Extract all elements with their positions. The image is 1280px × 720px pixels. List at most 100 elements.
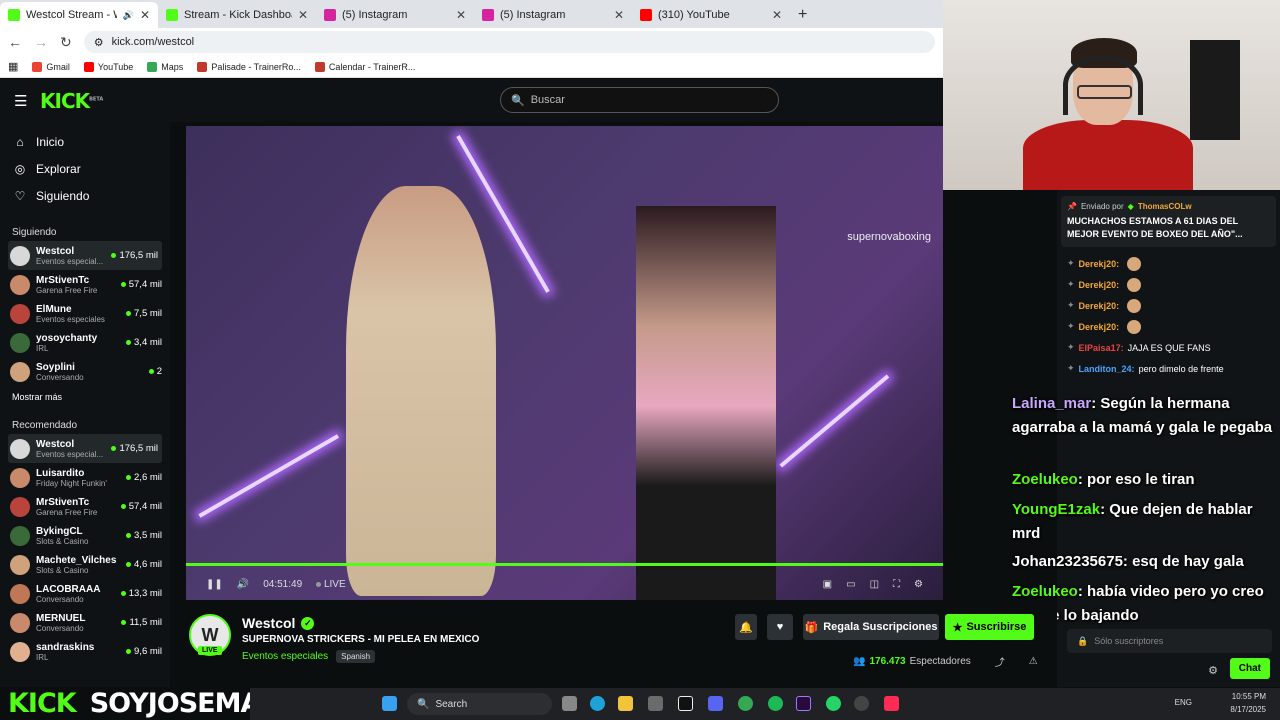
chat-message[interactable]: ✦ Derekj20:	[1057, 295, 1280, 316]
chat-username[interactable]: Derekj20:	[1079, 322, 1120, 332]
volume-icon[interactable]: 🔊	[237, 579, 249, 590]
whatsapp-icon[interactable]	[826, 696, 841, 711]
streamer-name[interactable]: Westcol	[242, 615, 295, 631]
kick-logo[interactable]: KICKBETA	[40, 89, 103, 113]
close-tab-icon[interactable]: ✕	[456, 8, 466, 22]
bookmark-gmail[interactable]: Gmail	[32, 61, 70, 72]
viewer-count: 176,5 mil	[111, 443, 158, 454]
sidebar-channel-lacobraaa[interactable]: LACOBRAAA Conversando 13,3 mil	[0, 579, 170, 608]
discord-icon[interactable]	[708, 696, 723, 711]
windows-start-icon[interactable]	[382, 696, 397, 711]
sidebar-channel-mrstiventc[interactable]: MrStivenTc Garena Free Fire 57,4 mil	[0, 270, 170, 299]
sidebar-channel-westcol[interactable]: Westcol Eventos especial... 176,5 mil	[8, 434, 162, 463]
show-more-link[interactable]: Mostrar más	[0, 386, 170, 408]
browser-tab[interactable]: Westcol Stream - Watch Li...🔊✕	[0, 2, 158, 28]
taskbar-search[interactable]: 🔍 Search	[407, 693, 552, 715]
chat-username[interactable]: Derekj20:	[1079, 301, 1120, 311]
sidebar-channel-soyplini[interactable]: Soyplini Conversando 2	[0, 357, 170, 386]
edge-icon[interactable]	[590, 696, 605, 711]
chat-send-button[interactable]: Chat	[1229, 658, 1270, 679]
language-tag[interactable]: Spanish	[336, 650, 376, 663]
url-field[interactable]: ⚙ kick.com/westcol	[83, 31, 935, 53]
chat-message[interactable]: ✦ ElPaisa17: JAJA ES QUE FANS	[1057, 337, 1280, 358]
forward-icon[interactable]: →	[34, 34, 48, 50]
video-player[interactable]: supernovaboxing ❚❚ 🔊 04:51:49 LIVE ▣ ▭ ◫…	[186, 126, 943, 600]
emote-icon	[1127, 298, 1142, 313]
chat-username[interactable]: Derekj20:	[1079, 280, 1120, 290]
pinned-message[interactable]: 📌 Enviado por ◆ ThomasCOLw MUCHACHOS ESTAMO…	[1061, 196, 1276, 247]
close-tab-icon[interactable]: ✕	[298, 8, 308, 22]
clock[interactable]: 10:55 PM 8/17/2025	[1230, 690, 1266, 716]
chat-message[interactable]: ✦ Landiton_24: pero dimelo de frente	[1057, 358, 1280, 379]
live-dot-icon	[126, 533, 132, 538]
chat-message[interactable]: ✦ Derekj20:	[1057, 274, 1280, 295]
search-input[interactable]: 🔍 Buscar	[500, 87, 779, 113]
close-tab-icon[interactable]: ✕	[772, 8, 782, 22]
fullscreen-icon[interactable]: ⛶	[893, 579, 900, 590]
back-icon[interactable]: ←	[8, 34, 22, 50]
channel-category: Friday Night Funkin'	[36, 478, 107, 488]
close-tab-icon[interactable]: ✕	[614, 8, 624, 22]
browser-tab[interactable]: Stream - Kick Dashboard✕	[158, 2, 316, 28]
sidebar-channel-yosoychanty[interactable]: yosoychanty IRL 3,4 mil	[0, 328, 170, 357]
file-explorer-icon[interactable]	[618, 696, 633, 711]
gift-subs-button[interactable]: 🎁 Regala Suscripciones	[803, 614, 939, 640]
share-icon[interactable]: ⤴	[995, 654, 1005, 669]
clip-icon[interactable]: ▣	[823, 579, 832, 590]
chat-username[interactable]: ElPaisa17:	[1079, 343, 1124, 353]
menu-icon[interactable]: ☰	[14, 92, 28, 110]
channel-category: Conversando	[36, 372, 84, 382]
sidebar-channel-mrstiventc[interactable]: MrStivenTc Garena Free Fire 57,4 mil	[0, 492, 170, 521]
chat-input[interactable]: 🔒 Sólo suscriptores	[1067, 629, 1272, 653]
bookmark-maps[interactable]: Maps	[147, 61, 183, 72]
reload-icon[interactable]: ↻	[60, 34, 72, 51]
sidebar-item-siguiendo[interactable]: ♡ Siguiendo	[0, 182, 170, 209]
apps-icon[interactable]: ▦	[8, 60, 18, 73]
chat-username[interactable]: Landiton_24:	[1079, 364, 1135, 374]
viewer-count: 176,5 mil	[111, 250, 158, 261]
browser-tab[interactable]: (5) Instagram ✕	[474, 2, 632, 28]
bookmark-palisade[interactable]: Palisade - TrainerRo...	[197, 61, 301, 72]
tiktok-live-icon[interactable]	[884, 696, 899, 711]
language-indicator[interactable]: ENG	[1175, 698, 1192, 707]
theater-icon[interactable]: ▭	[846, 579, 855, 590]
sidebar-item-explorar[interactable]: ◎ Explorar	[0, 155, 170, 182]
follow-button[interactable]: ♥	[767, 614, 793, 640]
sidebar-channel-machete-vilches[interactable]: Machete_Vilches Slots & Casino 4,6 mil	[0, 550, 170, 579]
store-icon[interactable]	[648, 696, 663, 711]
time-display: 04:51:49	[263, 578, 303, 590]
sidebar-item-inicio[interactable]: ⌂ Inicio	[0, 128, 170, 155]
task-view-icon[interactable]	[562, 696, 577, 711]
new-tab-button[interactable]: +	[790, 2, 815, 28]
report-icon[interactable]: ⚠	[1029, 656, 1038, 667]
site-info-icon[interactable]: ⚙	[94, 36, 104, 49]
premiere-icon[interactable]	[796, 696, 811, 711]
bookmark-youtube[interactable]: YouTube	[83, 61, 133, 72]
chrome-icon[interactable]	[738, 696, 753, 711]
sidebar-channel-mernuel[interactable]: MERNUEL Conversando 11,5 mil	[0, 608, 170, 637]
sidebar-channel-sandraskins[interactable]: sandraskins IRL 9,6 mil	[0, 637, 170, 666]
chat-settings-icon[interactable]: ⚙	[1208, 664, 1218, 677]
browser-tab[interactable]: (5) Instagram ✕	[316, 2, 474, 28]
obs-icon[interactable]	[854, 696, 869, 711]
progress-bar[interactable]	[186, 563, 943, 566]
sidebar-channel-bykingcl[interactable]: BykingCL Slots & Casino 3,5 mil	[0, 521, 170, 550]
pause-icon[interactable]: ❚❚	[206, 579, 223, 590]
pip-icon[interactable]: ◫	[870, 579, 879, 590]
close-tab-icon[interactable]: ✕	[140, 8, 150, 22]
stream-category[interactable]: Eventos especiales	[242, 651, 328, 662]
browser-tab[interactable]: (310) YouTube ✕	[632, 2, 790, 28]
spotify-icon[interactable]	[768, 696, 783, 711]
subscribe-button[interactable]: ★ Suscribirse	[945, 614, 1034, 640]
bookmark-calendar[interactable]: Calendar - TrainerR...	[314, 61, 415, 72]
sidebar-channel-elmune[interactable]: ElMune Eventos especiales 7,5 mil	[0, 299, 170, 328]
chat-message[interactable]: ✦ Derekj20:	[1057, 316, 1280, 337]
chat-username[interactable]: Derekj20:	[1079, 259, 1120, 269]
sidebar-channel-luisardito[interactable]: Luisardito Friday Night Funkin' 2,6 mil	[0, 463, 170, 492]
tiktok-icon[interactable]	[678, 696, 693, 711]
chat-message[interactable]: ✦ Derekj20:	[1057, 253, 1280, 274]
notification-button[interactable]: 🔔	[735, 614, 757, 640]
channel-name: sandraskins	[36, 641, 95, 653]
settings-icon[interactable]: ⚙	[914, 579, 923, 590]
sidebar-channel-westcol[interactable]: Westcol Eventos especial... 176,5 mil	[8, 241, 162, 270]
